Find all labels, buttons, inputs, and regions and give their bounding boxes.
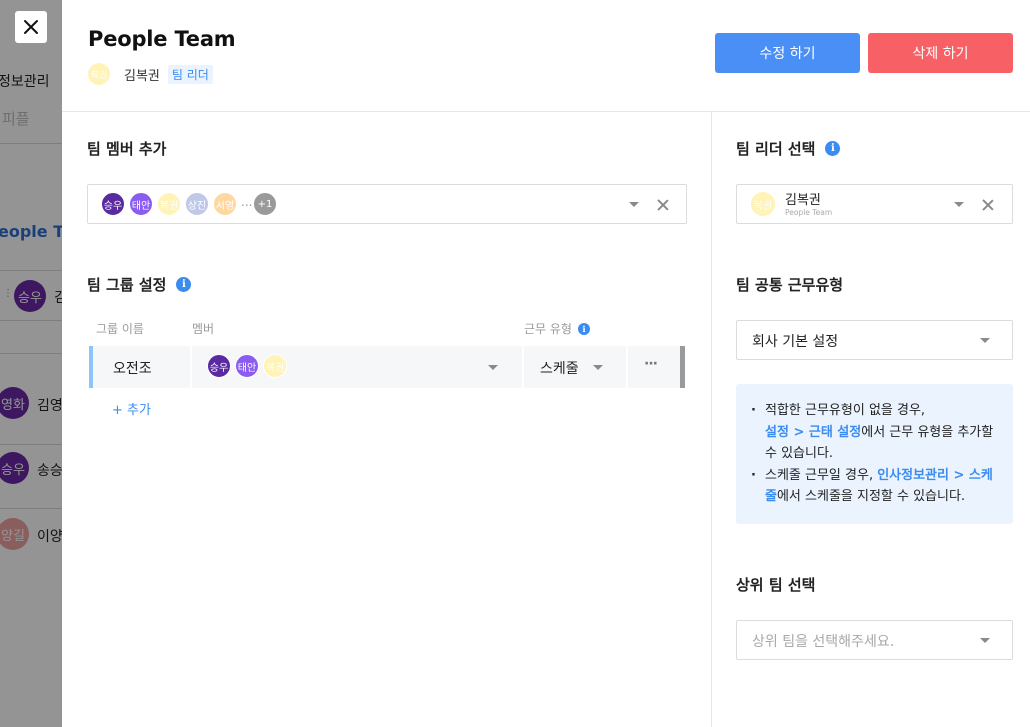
panel-header: People Team 복권 김복권 팀 리더 수정 하기 삭제 하기 bbox=[62, 0, 1030, 112]
clear-icon[interactable] bbox=[981, 198, 995, 212]
leader-name: 김복권 bbox=[124, 68, 160, 84]
row-more-button[interactable]: ··· bbox=[628, 346, 680, 388]
section-title: 팀 멤버 추가 bbox=[87, 138, 166, 159]
work-type-select[interactable]: 회사 기본 설정 bbox=[736, 320, 1013, 360]
chevron-down-icon[interactable] bbox=[980, 338, 990, 343]
avatar: 태안 bbox=[235, 354, 259, 378]
chevron-down-icon[interactable] bbox=[954, 202, 964, 207]
section-title: 상위 팀 선택 bbox=[736, 574, 815, 595]
avatar: 서영 bbox=[213, 192, 237, 216]
parent-team-placeholder: 상위 팀을 선택해주세요. bbox=[752, 634, 895, 650]
group-name-cell[interactable]: 오전조 bbox=[93, 346, 190, 388]
avatar: 승우 bbox=[207, 354, 231, 378]
modal-overlay[interactable] bbox=[0, 0, 62, 727]
groups-title: 팀 그룹 설정 bbox=[87, 276, 167, 294]
leader-select[interactable]: 복권 김복권 People Team bbox=[736, 184, 1013, 224]
work-type-value: 회사 기본 설정 bbox=[752, 334, 839, 350]
leader-select-name: 김복권 bbox=[785, 193, 821, 208]
info-icon[interactable]: i bbox=[577, 322, 590, 335]
section-title: 팀 공통 근무유형 bbox=[736, 274, 843, 295]
column-header-label: 근무 유형 bbox=[524, 322, 572, 336]
work-type-notice: 적합한 근무유형이 없을 경우, 설정 > 근태 설정에서 근무 유형을 추가할… bbox=[736, 384, 1013, 524]
section-title: 팀 리더 선택 i bbox=[736, 138, 841, 159]
add-group-button[interactable]: + 추가 bbox=[112, 399, 151, 418]
chevron-down-icon[interactable] bbox=[629, 202, 639, 207]
column-header: 그룹 이름 bbox=[96, 322, 144, 336]
leader-select-title: 팀 리더 선택 bbox=[736, 140, 816, 158]
page-title: People Team bbox=[88, 27, 236, 51]
parent-team-select[interactable]: 상위 팀을 선택해주세요. bbox=[736, 620, 1013, 660]
team-leader-info: 복권 김복권 팀 리더 bbox=[88, 63, 213, 85]
leader-select-team: People Team bbox=[785, 208, 833, 217]
notice-item: 스케줄 근무일 경우, 인사정보관리 > 스케줄에서 스케줄을 지정할 수 있습… bbox=[750, 465, 997, 508]
work-type-title: 팀 공통 근무유형 bbox=[736, 276, 844, 294]
avatar: 복권 bbox=[751, 192, 775, 216]
avatar: 태안 bbox=[129, 192, 153, 216]
ellipsis: ... bbox=[241, 195, 253, 209]
group-member-select[interactable]: 승우 태안 복권 bbox=[192, 346, 522, 388]
parent-team-title: 상위 팀 선택 bbox=[736, 576, 816, 594]
info-icon[interactable]: i bbox=[176, 277, 192, 292]
leader-badge: 팀 리더 bbox=[167, 64, 213, 84]
team-detail-panel: People Team 복권 김복권 팀 리더 수정 하기 삭제 하기 팀 멤버… bbox=[62, 0, 1030, 727]
edit-button[interactable]: 수정 하기 bbox=[715, 33, 860, 73]
more-count-badge: +1 bbox=[253, 192, 277, 216]
group-name: 오전조 bbox=[113, 361, 152, 377]
chevron-down-icon[interactable] bbox=[980, 638, 990, 643]
settings-link[interactable]: 설정 > 근태 설정 bbox=[765, 425, 861, 440]
close-button[interactable] bbox=[15, 11, 47, 43]
avatar: 승우 bbox=[101, 192, 125, 216]
delete-button[interactable]: 삭제 하기 bbox=[868, 33, 1013, 73]
info-icon[interactable]: i bbox=[825, 141, 841, 156]
section-title: 팀 그룹 설정 i bbox=[87, 274, 192, 295]
column-header: 근무 유형 i bbox=[524, 320, 590, 337]
chevron-down-icon[interactable] bbox=[593, 365, 603, 370]
member-select[interactable]: 승우 태안 복권 상진 서영 ... +1 bbox=[87, 184, 687, 224]
avatar: 상진 bbox=[185, 192, 209, 216]
column-divider bbox=[711, 112, 712, 727]
avatar: 복권 bbox=[263, 354, 287, 378]
notice-item: 적합한 근무유형이 없을 경우, 설정 > 근태 설정에서 근무 유형을 추가할… bbox=[750, 400, 997, 465]
column-header: 멤버 bbox=[192, 322, 215, 336]
group-work-select[interactable]: 스케줄 bbox=[524, 346, 626, 388]
avatar: 복권 bbox=[88, 63, 110, 85]
chevron-down-icon[interactable] bbox=[488, 365, 498, 370]
clear-icon[interactable] bbox=[656, 198, 670, 212]
avatar: 복권 bbox=[157, 192, 181, 216]
work-type-value: 스케줄 bbox=[540, 361, 579, 377]
close-icon bbox=[24, 20, 38, 34]
members-title: 팀 멤버 추가 bbox=[87, 140, 167, 158]
row-drag-handle[interactable] bbox=[680, 346, 685, 388]
more-icon: ··· bbox=[644, 356, 658, 372]
